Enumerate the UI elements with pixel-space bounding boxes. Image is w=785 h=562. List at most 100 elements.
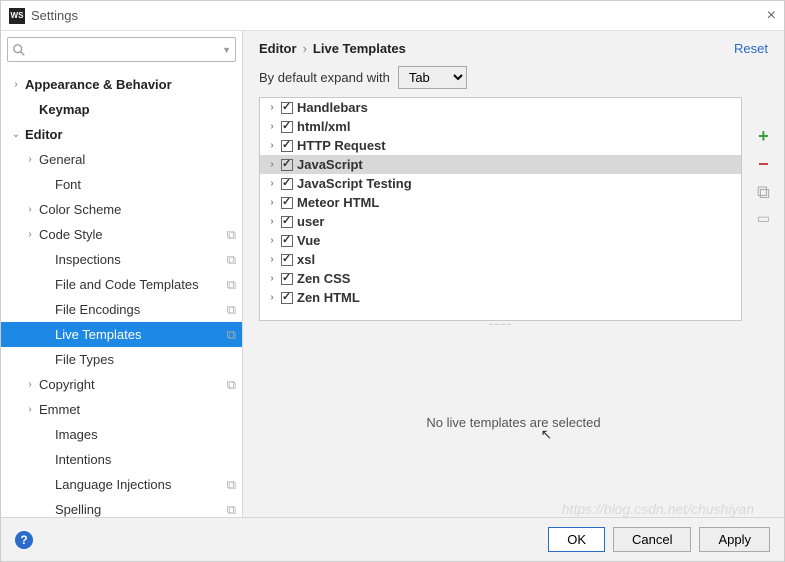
- sidebar-item-label: General: [39, 152, 85, 167]
- sidebar-item-language-injections[interactable]: Language Injections ⧉: [1, 472, 242, 497]
- template-group-http-request[interactable]: ›HTTP Request: [260, 136, 741, 155]
- scope-icon: ⧉: [227, 477, 236, 493]
- template-group-meteor-html[interactable]: › Meteor HTML: [260, 193, 741, 212]
- sidebar-item-copyright[interactable]: ›Copyright⧉: [1, 372, 242, 397]
- expand-icon[interactable]: ›: [266, 254, 278, 265]
- expand-icon: ⌄: [11, 129, 21, 140]
- template-group-user[interactable]: › user: [260, 212, 741, 231]
- search-box[interactable]: ▼: [7, 37, 236, 62]
- group-checkbox[interactable]: [281, 235, 293, 247]
- sidebar-item-file-types[interactable]: File Types: [1, 347, 242, 372]
- group-checkbox[interactable]: [281, 273, 293, 285]
- chevron-right-icon: ›: [303, 41, 307, 56]
- sidebar-item-inspections[interactable]: Inspections ⧉: [1, 247, 242, 272]
- template-group-html-xml[interactable]: ›html/xml: [260, 117, 741, 136]
- expand-icon[interactable]: ›: [266, 235, 278, 246]
- expand-icon[interactable]: ›: [266, 102, 278, 113]
- expand-with-select[interactable]: Tab: [398, 66, 467, 89]
- sidebar-item-spelling[interactable]: Spelling⧉: [1, 497, 242, 517]
- ok-button[interactable]: OK: [548, 527, 605, 552]
- template-group-javascript[interactable]: ›JavaScript: [260, 155, 741, 174]
- scope-icon: ⧉: [227, 227, 236, 243]
- sidebar-item-file-encodings[interactable]: File Encodings ⧉: [1, 297, 242, 322]
- breadcrumb-leaf: Live Templates: [313, 41, 406, 56]
- expand-icon: ›: [11, 79, 21, 90]
- search-dropdown-icon[interactable]: ▼: [222, 45, 231, 55]
- help-icon[interactable]: ?: [15, 531, 33, 549]
- sidebar-item-live-templates[interactable]: Live Templates⧉: [1, 322, 242, 347]
- group-checkbox[interactable]: [281, 121, 293, 133]
- sidebar-item-font[interactable]: Font: [1, 172, 242, 197]
- sidebar-item-editor[interactable]: ⌄Editor: [1, 122, 242, 147]
- template-groups-list[interactable]: ›Handlebars›html/xml›HTTP Request›JavaSc…: [259, 97, 742, 321]
- group-checkbox[interactable]: [281, 140, 293, 152]
- expand-icon[interactable]: ›: [266, 178, 278, 189]
- group-checkbox[interactable]: [281, 178, 293, 190]
- sidebar-item-label: File Types: [55, 352, 114, 367]
- template-group-xsl[interactable]: › xsl: [260, 250, 741, 269]
- group-checkbox[interactable]: [281, 254, 293, 266]
- expand-icon[interactable]: ›: [266, 216, 278, 227]
- group-label: Meteor HTML: [297, 195, 379, 210]
- sidebar-item-images[interactable]: Images: [1, 422, 242, 447]
- scope-icon: ⧉: [227, 277, 236, 293]
- sidebar-item-label: Inspections: [55, 252, 121, 267]
- group-checkbox[interactable]: [281, 216, 293, 228]
- breadcrumb-row: Editor › Live Templates Reset: [243, 31, 784, 66]
- apply-button[interactable]: Apply: [699, 527, 770, 552]
- group-label: xsl: [297, 252, 315, 267]
- group-label: Zen CSS: [297, 271, 350, 286]
- sidebar-item-label: Appearance & Behavior: [25, 77, 172, 92]
- expand-icon: ›: [25, 154, 35, 165]
- expand-icon[interactable]: ›: [266, 197, 278, 208]
- template-group-javascript-testing[interactable]: › JavaScript Testing: [260, 174, 741, 193]
- scope-icon: ⧉: [227, 302, 236, 318]
- close-icon[interactable]: ×: [767, 7, 776, 25]
- sidebar-item-keymap[interactable]: Keymap: [1, 97, 242, 122]
- expand-icon[interactable]: ›: [266, 159, 278, 170]
- template-group-handlebars[interactable]: ›Handlebars: [260, 98, 741, 117]
- sidebar-item-color-scheme[interactable]: › Color Scheme: [1, 197, 242, 222]
- expand-icon[interactable]: ›: [266, 273, 278, 284]
- sidebar-item-label: File and Code Templates: [55, 277, 199, 292]
- group-label: Zen HTML: [297, 290, 360, 305]
- group-checkbox[interactable]: [281, 197, 293, 209]
- sidebar-item-general[interactable]: › General: [1, 147, 242, 172]
- expand-icon[interactable]: ›: [266, 292, 278, 303]
- window-title: Settings: [31, 8, 78, 23]
- template-group-vue[interactable]: ›Vue: [260, 231, 741, 250]
- sidebar-item-appearance-behavior[interactable]: › Appearance & Behavior: [1, 72, 242, 97]
- group-label: user: [297, 214, 324, 229]
- group-label: JavaScript Testing: [297, 176, 412, 191]
- sidebar-item-label: Spelling: [55, 502, 101, 517]
- sidebar-item-code-style[interactable]: ›Code Style⧉: [1, 222, 242, 247]
- add-icon[interactable]: +: [758, 127, 769, 145]
- cursor-icon: ↖: [541, 426, 553, 443]
- template-group-zen-html[interactable]: › Zen HTML: [260, 288, 741, 307]
- sidebar: ▼ › Appearance & Behavior Keymap⌄Editor › Ge…: [1, 31, 243, 517]
- cancel-button[interactable]: Cancel: [613, 527, 691, 552]
- titlebar: WS Settings ×: [1, 1, 784, 31]
- scope-icon: ⧉: [227, 252, 236, 268]
- sidebar-item-label: File Encodings: [55, 302, 140, 317]
- sidebar-item-label: Color Scheme: [39, 202, 121, 217]
- expand-icon: ›: [25, 204, 35, 215]
- expand-icon[interactable]: ›: [266, 121, 278, 132]
- sidebar-item-label: Language Injections: [55, 477, 171, 492]
- search-icon: [12, 43, 26, 57]
- expand-icon[interactable]: ›: [266, 140, 278, 151]
- sidebar-item-file-and-code-templates[interactable]: File and Code Templates ⧉: [1, 272, 242, 297]
- group-checkbox[interactable]: [281, 159, 293, 171]
- group-checkbox[interactable]: [281, 102, 293, 114]
- duplicate-icon[interactable]: ▭: [757, 211, 770, 225]
- search-input[interactable]: [26, 40, 222, 59]
- breadcrumb-root: Editor: [259, 41, 297, 56]
- remove-icon[interactable]: −: [758, 155, 769, 173]
- copy-icon[interactable]: ⧉: [757, 183, 770, 201]
- sidebar-item-emmet[interactable]: ›Emmet: [1, 397, 242, 422]
- footer: ? OK Cancel Apply: [1, 517, 784, 561]
- template-group-zen-css[interactable]: › Zen CSS: [260, 269, 741, 288]
- group-checkbox[interactable]: [281, 292, 293, 304]
- sidebar-item-intentions[interactable]: Intentions: [1, 447, 242, 472]
- reset-link[interactable]: Reset: [734, 41, 768, 56]
